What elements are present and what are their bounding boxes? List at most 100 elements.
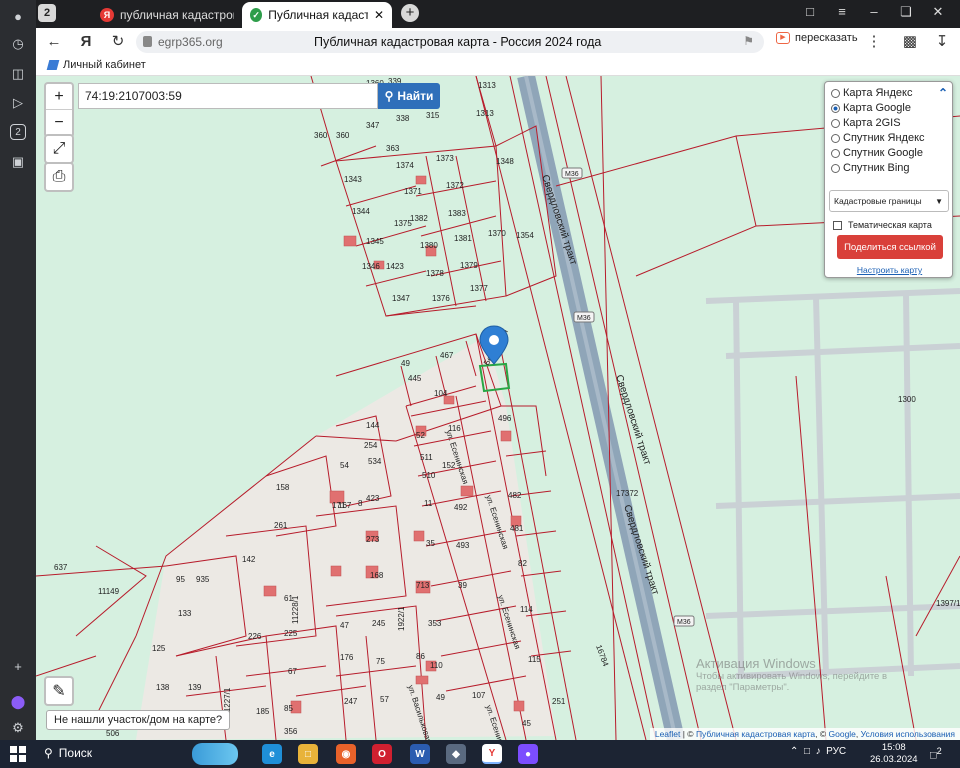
- minimize-icon[interactable]: –: [864, 4, 884, 19]
- radio-icon[interactable]: [831, 163, 840, 173]
- word-icon[interactable]: W: [410, 744, 430, 764]
- settings-icon[interactable]: ⚙: [6, 716, 30, 740]
- parcel-label[interactable]: 133: [178, 609, 192, 618]
- parcel-label[interactable]: 104: [434, 389, 448, 398]
- taskbar-search[interactable]: ⚲ Поиск: [44, 746, 92, 760]
- parcel-label[interactable]: 360: [336, 131, 350, 140]
- pkk-link[interactable]: Публичная кадастровая карта: [696, 729, 815, 739]
- parcel-label[interactable]: 110: [430, 661, 443, 670]
- profile-icon[interactable]: ●: [6, 4, 30, 28]
- parcel-label[interactable]: 49: [436, 693, 445, 702]
- setup-map-link[interactable]: Настроить карту: [825, 265, 954, 275]
- cadastral-number-input[interactable]: [78, 83, 378, 109]
- firefox-icon[interactable]: ◉: [336, 744, 356, 764]
- parcel-label[interactable]: 11149: [98, 587, 120, 596]
- more-icon[interactable]: ⋮: [864, 32, 884, 52]
- parcel-label[interactable]: 1354: [516, 231, 534, 240]
- parcel-label[interactable]: 338: [396, 114, 410, 123]
- collapse-panel-icon[interactable]: ⌃: [938, 86, 948, 100]
- boundary-type-select[interactable]: Кадастровые границы ▼: [829, 190, 949, 212]
- parcel-label[interactable]: 1343: [344, 175, 362, 184]
- parcel-label[interactable]: 158: [276, 483, 290, 492]
- collections-icon[interactable]: ◫: [6, 62, 30, 86]
- parcel-label[interactable]: 493: [456, 541, 470, 550]
- parcel-label[interactable]: 315: [426, 111, 440, 120]
- parcel-label[interactable]: 52: [416, 431, 425, 440]
- radio-icon[interactable]: [831, 103, 840, 113]
- parcel-label[interactable]: 482: [508, 491, 522, 500]
- parcel-label[interactable]: 139: [188, 683, 202, 692]
- yandex-browser-icon[interactable]: Y: [482, 744, 502, 764]
- opera-icon[interactable]: O: [372, 744, 392, 764]
- extensions-icon[interactable]: ▩: [900, 32, 920, 52]
- radio-icon[interactable]: [831, 88, 840, 98]
- close-tab-icon[interactable]: ✕: [374, 8, 384, 22]
- parcel-label[interactable]: 125: [152, 644, 166, 653]
- parcel-label[interactable]: 1371: [404, 187, 422, 196]
- parcel-label[interactable]: 1300: [898, 395, 916, 404]
- network-icon[interactable]: □: [804, 746, 810, 757]
- not-found-prompt[interactable]: Не нашли участок/дом на карте?: [46, 710, 231, 730]
- close-window-icon[interactable]: ✕: [928, 4, 948, 20]
- reload-icon[interactable]: ↻: [108, 32, 128, 52]
- layer-option-2gis-map[interactable]: Карта 2GIS: [831, 117, 901, 129]
- layer-option-google-map[interactable]: Карта Google: [831, 102, 911, 114]
- parcel-label[interactable]: 1372: [446, 181, 464, 190]
- parcel-label[interactable]: 637: [54, 563, 68, 572]
- taskbar-clock[interactable]: 15:08 26.03.2024: [870, 742, 918, 766]
- parcel-label[interactable]: 35: [426, 539, 435, 548]
- parcel-label[interactable]: 1347: [392, 294, 410, 303]
- parcel-label[interactable]: 1346: [362, 262, 380, 271]
- parcel-label[interactable]: 245: [372, 619, 386, 628]
- parcel-label[interactable]: 39: [458, 581, 467, 590]
- parcel-label[interactable]: 49: [401, 359, 410, 368]
- parcel-label[interactable]: 467: [440, 351, 454, 360]
- parcel-label[interactable]: 481: [510, 524, 524, 533]
- weather-widget-icon[interactable]: [192, 743, 238, 765]
- play-icon[interactable]: ▷: [6, 91, 30, 115]
- translate-button[interactable]: ▶ пересказать: [776, 32, 858, 44]
- search-button[interactable]: ⚲ Найти: [378, 83, 440, 109]
- pencil-icon[interactable]: ✎: [46, 678, 72, 704]
- parcel-label[interactable]: 168: [370, 571, 384, 580]
- layer-option-bing-satellite[interactable]: Спутник Bing: [831, 162, 910, 174]
- parcel-label[interactable]: 247: [344, 697, 358, 706]
- parcel-label[interactable]: 11: [424, 499, 433, 508]
- parcel-label[interactable]: 114: [520, 605, 533, 614]
- alice-icon[interactable]: ⬤: [6, 690, 30, 714]
- parcel-label[interactable]: 75: [376, 657, 385, 666]
- parcel-label[interactable]: 1345: [366, 237, 384, 246]
- parcel-label[interactable]: 1382: [410, 214, 428, 223]
- layer-option-yandex-map[interactable]: Карта Яндекс: [831, 87, 912, 99]
- parcel-label[interactable]: 360: [314, 131, 328, 140]
- zoom-in-button[interactable]: +: [46, 84, 72, 110]
- parcel-label[interactable]: 67: [288, 667, 297, 676]
- parcel-label[interactable]: 1381: [454, 234, 472, 243]
- parcel-label[interactable]: 1383: [448, 209, 466, 218]
- parcel-label[interactable]: 1423: [386, 262, 404, 271]
- camera-icon[interactable]: ▣: [6, 150, 30, 174]
- language-indicator[interactable]: РУС: [826, 746, 846, 757]
- parcel-label[interactable]: 496: [498, 414, 512, 423]
- radio-icon[interactable]: [831, 118, 840, 128]
- layer-option-yandex-satellite[interactable]: Спутник Яндекс: [831, 132, 925, 144]
- parcel-label[interactable]: 254: [364, 441, 378, 450]
- parcel-label[interactable]: 85: [284, 704, 293, 713]
- parcel-label[interactable]: 152: [442, 461, 456, 470]
- tab-inactive[interactable]: Я публичная кадастровая: [92, 2, 242, 28]
- parcel-label[interactable]: 511: [420, 453, 433, 462]
- parcel-label[interactable]: 353: [428, 619, 442, 628]
- parcel-label[interactable]: 935: [196, 575, 210, 584]
- back-icon[interactable]: ←: [44, 32, 64, 52]
- parcel-label[interactable]: 138: [156, 683, 170, 692]
- map-canvas[interactable]: 339 13131313360 360347338 31536313741373 134…: [36, 76, 960, 740]
- cadastral-map[interactable]: 339 1313 1313 360 360 347 338 315 363 1374 1373 134…: [36, 76, 960, 740]
- parcel-label[interactable]: 261: [274, 521, 288, 530]
- google-link[interactable]: Google: [829, 729, 856, 739]
- bookmark-flag-icon[interactable]: ⚑: [743, 34, 754, 48]
- share-link-button[interactable]: Поделиться ссылкой: [837, 235, 943, 259]
- parcel-label[interactable]: 356: [284, 727, 298, 736]
- thematic-map-toggle[interactable]: Тематическая карта: [833, 220, 932, 230]
- parcel-label[interactable]: 1313: [478, 81, 496, 90]
- parcel-label[interactable]: 176: [340, 653, 354, 662]
